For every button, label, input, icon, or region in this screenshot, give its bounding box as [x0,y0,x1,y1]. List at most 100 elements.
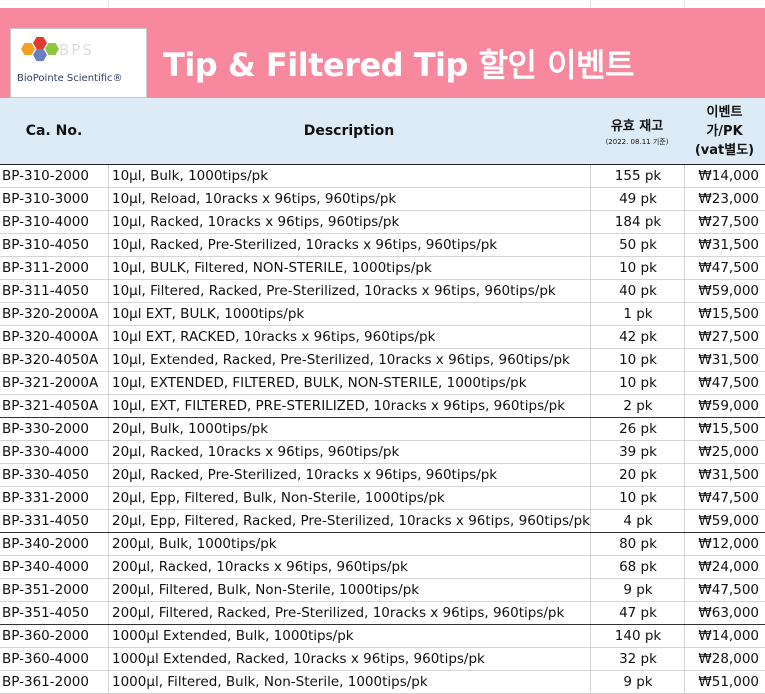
price-cell[interactable]: ₩47,500 [684,372,762,394]
catalog-number-cell[interactable]: BP-330-4050 [0,464,110,486]
stock-cell[interactable]: 47 pk [590,602,685,624]
stock-cell[interactable]: 2 pk [590,395,685,417]
description-cell[interactable]: 1000μl, Filtered, Bulk, Non-Sterile, 100… [108,671,594,693]
description-cell[interactable]: 10μl, Filtered, Racked, Pre-Sterilized, … [108,280,594,302]
price-cell[interactable]: ₩12,000 [684,533,762,555]
stock-cell[interactable]: 49 pk [590,188,685,210]
stock-cell[interactable]: 184 pk [590,211,685,233]
header-code[interactable]: Ca. No. [0,98,108,164]
description-cell[interactable]: 10μl, EXT, FILTERED, PRE-STERILIZED, 10r… [108,395,594,417]
table-row[interactable]: BP-330-2000 20μl, Bulk, 1000tips/pk 26 pk ₩… [0,418,765,441]
catalog-number-cell[interactable]: BP-330-2000 [0,418,110,440]
stock-cell[interactable]: 40 pk [590,280,685,302]
description-cell[interactable]: 10μl EXT, RACKED, 10racks x 96tips, 960t… [108,326,594,348]
table-row[interactable]: BP-320-2000A 10μl EXT, BULK, 1000tips/pk 1… [0,303,765,326]
price-cell[interactable]: ₩59,000 [684,395,762,417]
table-row[interactable]: BP-330-4050 20μl, Racked, Pre-Sterilized,… [0,464,765,487]
price-cell[interactable]: ₩15,500 [684,418,762,440]
price-cell[interactable]: ₩59,000 [684,280,762,302]
stock-cell[interactable]: 32 pk [590,648,685,670]
stock-cell[interactable]: 10 pk [590,349,685,371]
description-cell[interactable]: 10μl, BULK, Filtered, NON-STERILE, 1000t… [108,257,594,279]
table-row[interactable]: BP-330-4000 20μl, Racked, 10racks x 96tip… [0,441,765,464]
table-row[interactable]: BP-340-2000 200μl, Bulk, 1000tips/pk 80 pk… [0,533,765,556]
table-row[interactable]: BP-310-4000 10μl, Racked, 10racks x 96tip… [0,211,765,234]
table-row[interactable]: BP-311-4050 10μl, Filtered, Racked, Pre-S… [0,280,765,303]
catalog-number-cell[interactable]: BP-360-2000 [0,625,110,647]
price-cell[interactable]: ₩31,500 [684,464,762,486]
stock-cell[interactable]: 80 pk [590,533,685,555]
stock-cell[interactable]: 1 pk [590,303,685,325]
description-cell[interactable]: 20μl, Epp, Filtered, Racked, Pre-Sterili… [108,510,594,532]
stock-cell[interactable]: 50 pk [590,234,685,256]
table-row[interactable]: BP-351-2000 200μl, Filtered, Bulk, Non-St… [0,579,765,602]
price-cell[interactable]: ₩47,500 [684,487,762,509]
price-cell[interactable]: ₩51,000 [684,671,762,693]
description-cell[interactable]: 20μl, Racked, Pre-Sterilized, 10racks x … [108,464,594,486]
table-row[interactable]: BP-360-4000 1000μl Extended, Racked, 10ra… [0,648,765,671]
description-cell[interactable]: 20μl, Epp, Filtered, Bulk, Non-Sterile, … [108,487,594,509]
stock-cell[interactable]: 20 pk [590,464,685,486]
price-cell[interactable]: ₩31,500 [684,349,762,371]
stock-cell[interactable]: 140 pk [590,625,685,647]
description-cell[interactable]: 200μl, Filtered, Racked, Pre-Sterilized,… [108,602,594,624]
table-row[interactable]: BP-310-4050 10μl, Racked, Pre-Sterilized,… [0,234,765,257]
description-cell[interactable]: 20μl, Racked, 10racks x 96tips, 960tips/… [108,441,594,463]
header-description[interactable]: Description [108,98,590,164]
catalog-number-cell[interactable]: BP-361-2000 [0,671,110,693]
description-cell[interactable]: 200μl, Filtered, Bulk, Non-Sterile, 1000… [108,579,594,601]
price-cell[interactable]: ₩63,000 [684,602,762,624]
stock-cell[interactable]: 10 pk [590,372,685,394]
catalog-number-cell[interactable]: BP-320-4000A [0,326,110,348]
stock-cell[interactable]: 10 pk [590,257,685,279]
table-row[interactable]: BP-311-2000 10μl, BULK, Filtered, NON-STE… [0,257,765,280]
description-cell[interactable]: 10μl, EXTENDED, FILTERED, BULK, NON-STER… [108,372,594,394]
table-row[interactable]: BP-360-2000 1000μl Extended, Bulk, 1000ti… [0,625,765,648]
table-row[interactable]: BP-361-2000 1000μl, Filtered, Bulk, Non-S… [0,671,765,694]
catalog-number-cell[interactable]: BP-340-2000 [0,533,110,555]
price-cell[interactable]: ₩27,500 [684,326,762,348]
price-cell[interactable]: ₩25,000 [684,441,762,463]
header-stock[interactable]: 유효 재고 (2022. 08.11 기준) [590,98,684,164]
price-cell[interactable]: ₩27,500 [684,211,762,233]
description-cell[interactable]: 1000μl Extended, Bulk, 1000tips/pk [108,625,594,647]
table-row[interactable]: BP-321-2000A 10μl, EXTENDED, FILTERED, BU… [0,372,765,395]
price-cell[interactable]: ₩14,000 [684,625,762,647]
catalog-number-cell[interactable]: BP-310-3000 [0,188,110,210]
description-cell[interactable]: 10μl, Racked, Pre-Sterilized, 10racks x … [108,234,594,256]
table-row[interactable]: BP-331-2000 20μl, Epp, Filtered, Bulk, No… [0,487,765,510]
stock-cell[interactable]: 10 pk [590,487,685,509]
stock-cell[interactable]: 9 pk [590,671,685,693]
description-cell[interactable]: 10μl, Racked, 10racks x 96tips, 960tips/… [108,211,594,233]
description-cell[interactable]: 10μl, Reload, 10racks x 96tips, 960tips/… [108,188,594,210]
description-cell[interactable]: 200μl, Racked, 10racks x 96tips, 960tips… [108,556,594,578]
description-cell[interactable]: 10μl, Bulk, 1000tips/pk [108,165,594,187]
catalog-number-cell[interactable]: BP-321-4050A [0,395,110,417]
catalog-number-cell[interactable]: BP-351-2000 [0,579,110,601]
description-cell[interactable]: 10μl, Extended, Racked, Pre-Sterilized, … [108,349,594,371]
price-cell[interactable]: ₩14,000 [684,165,762,187]
price-cell[interactable]: ₩47,500 [684,579,762,601]
catalog-number-cell[interactable]: BP-360-4000 [0,648,110,670]
stock-cell[interactable]: 26 pk [590,418,685,440]
table-row[interactable]: BP-321-4050A 10μl, EXT, FILTERED, PRE-STE… [0,395,765,418]
table-row[interactable]: BP-340-4000 200μl, Racked, 10racks x 96ti… [0,556,765,579]
stock-cell[interactable]: 39 pk [590,441,685,463]
table-row[interactable]: BP-331-4050 20μl, Epp, Filtered, Racked, … [0,510,765,533]
stock-cell[interactable]: 9 pk [590,579,685,601]
catalog-number-cell[interactable]: BP-351-4050 [0,602,110,624]
price-cell[interactable]: ₩24,000 [684,556,762,578]
table-row[interactable]: BP-320-4000A 10μl EXT, RACKED, 10racks x … [0,326,765,349]
price-cell[interactable]: ₩31,500 [684,234,762,256]
table-row[interactable]: BP-310-2000 10μl, Bulk, 1000tips/pk 155 pk… [0,165,765,188]
catalog-number-cell[interactable]: BP-311-2000 [0,257,110,279]
description-cell[interactable]: 200μl, Bulk, 1000tips/pk [108,533,594,555]
price-cell[interactable]: ₩59,000 [684,510,762,532]
catalog-number-cell[interactable]: BP-310-2000 [0,165,110,187]
catalog-number-cell[interactable]: BP-340-4000 [0,556,110,578]
price-cell[interactable]: ₩28,000 [684,648,762,670]
description-cell[interactable]: 20μl, Bulk, 1000tips/pk [108,418,594,440]
description-cell[interactable]: 1000μl Extended, Racked, 10racks x 96tip… [108,648,594,670]
catalog-number-cell[interactable]: BP-331-2000 [0,487,110,509]
catalog-number-cell[interactable]: BP-310-4050 [0,234,110,256]
